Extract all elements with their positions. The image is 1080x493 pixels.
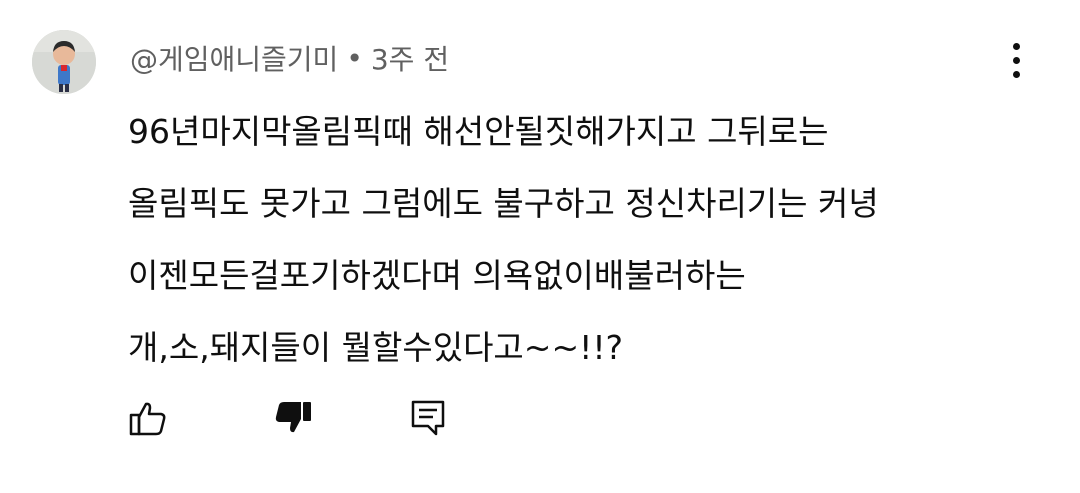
- comment-text: 96년마지막올림픽때 해선안될짓해가지고 그뒤로는 올림픽도 못가고 그럼에도 …: [128, 96, 1028, 384]
- comment-line: 96년마지막올림픽때 해선안될짓해가지고 그뒤로는: [128, 112, 829, 151]
- avatar[interactable]: [32, 30, 96, 94]
- comment-line: 개,소,돼지들이 뭘할수있다고~~!!?: [128, 328, 624, 367]
- more-vert-icon-dot: [1012, 70, 1020, 78]
- reply-button[interactable]: [408, 398, 448, 438]
- thumb-up-icon: [129, 402, 166, 436]
- comment: @게임애니즐기미 • 3주 전 96년마지막올림픽때 해선안될짓해가지고 그뒤로…: [0, 0, 1080, 493]
- avatar-image: [32, 30, 96, 94]
- comment-reply-icon: [411, 400, 445, 436]
- author-name[interactable]: @게임애니즐기미: [130, 38, 338, 78]
- more-vert-icon-dot: [1012, 56, 1020, 64]
- comment-header: @게임애니즐기미 • 3주 전: [130, 38, 449, 78]
- dislike-button[interactable]: [274, 398, 314, 438]
- more-vert-icon: [1012, 42, 1020, 50]
- comment-time[interactable]: 3주 전: [371, 38, 449, 78]
- like-button[interactable]: [128, 398, 168, 438]
- comment-line: 이젠모든걸포기하겠다며 의욕없이배불러하는: [128, 256, 746, 295]
- more-options-button[interactable]: [996, 38, 1036, 82]
- comment-line: 올림픽도 못가고 그럼에도 불구하고 정신차리기는 커녕: [128, 184, 879, 223]
- meta-separator: •: [346, 41, 363, 75]
- thumb-down-filled-icon: [275, 402, 311, 433]
